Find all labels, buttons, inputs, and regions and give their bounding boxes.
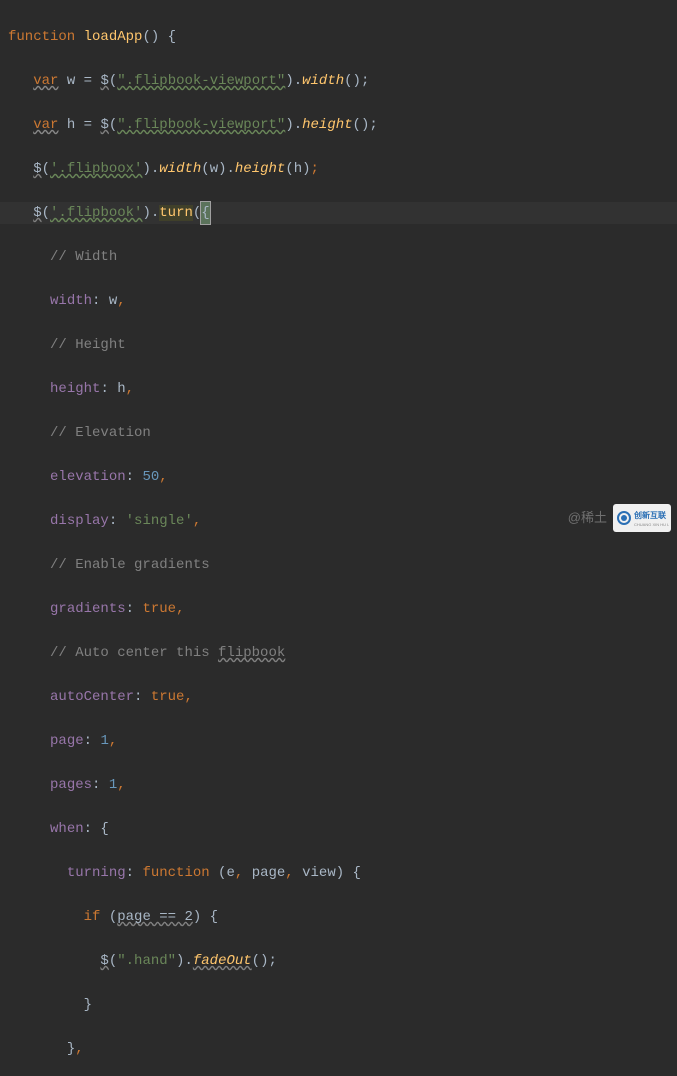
code-line: page: 1,	[0, 730, 677, 752]
code-line: // Elevation	[0, 422, 677, 444]
code-line: width: w,	[0, 290, 677, 312]
code-line: },	[0, 1038, 677, 1060]
caret: {	[201, 202, 209, 224]
code-line: function loadApp() {	[0, 26, 677, 48]
code-line-active: $('.flipbook').turn({	[0, 202, 677, 224]
watermark: @稀土 创新互联 CHUANG XIN HU LIAN	[568, 504, 671, 532]
code-line: when: {	[0, 818, 677, 840]
code-line: // Auto center this flipbook	[0, 642, 677, 664]
code-line: elevation: 50,	[0, 466, 677, 488]
keyword: function	[8, 29, 75, 45]
keyword: var	[33, 117, 58, 133]
svg-text:创新互联: 创新互联	[633, 510, 666, 520]
code-line: }	[0, 994, 677, 1016]
keyword: var	[33, 73, 58, 89]
code-line: // Width	[0, 246, 677, 268]
code-line: if (page == 2) {	[0, 906, 677, 928]
code-line: // Height	[0, 334, 677, 356]
logo-icon: 创新互联 CHUANG XIN HU LIAN	[613, 504, 671, 532]
watermark-text: @稀土	[568, 507, 607, 529]
code-line: $('.flipboox').width(w).height(h);	[0, 158, 677, 180]
code-line: gradients: true,	[0, 598, 677, 620]
code-line: turning: function (e, page, view) {	[0, 862, 677, 884]
code-line: $(".hand").fadeOut();	[0, 950, 677, 972]
svg-text:CHUANG XIN HU LIAN: CHUANG XIN HU LIAN	[634, 522, 669, 527]
function-name: loadApp	[84, 29, 143, 45]
code-line: var w = $(".flipbook-viewport").width();	[0, 70, 677, 92]
code-editor: function loadApp() { var w = $(".flipboo…	[0, 0, 677, 1076]
code-line: // Enable gradients	[0, 554, 677, 576]
code-line: height: h,	[0, 378, 677, 400]
code-line: pages: 1,	[0, 774, 677, 796]
code-line: var h = $(".flipbook-viewport").height()…	[0, 114, 677, 136]
code-line: autoCenter: true,	[0, 686, 677, 708]
